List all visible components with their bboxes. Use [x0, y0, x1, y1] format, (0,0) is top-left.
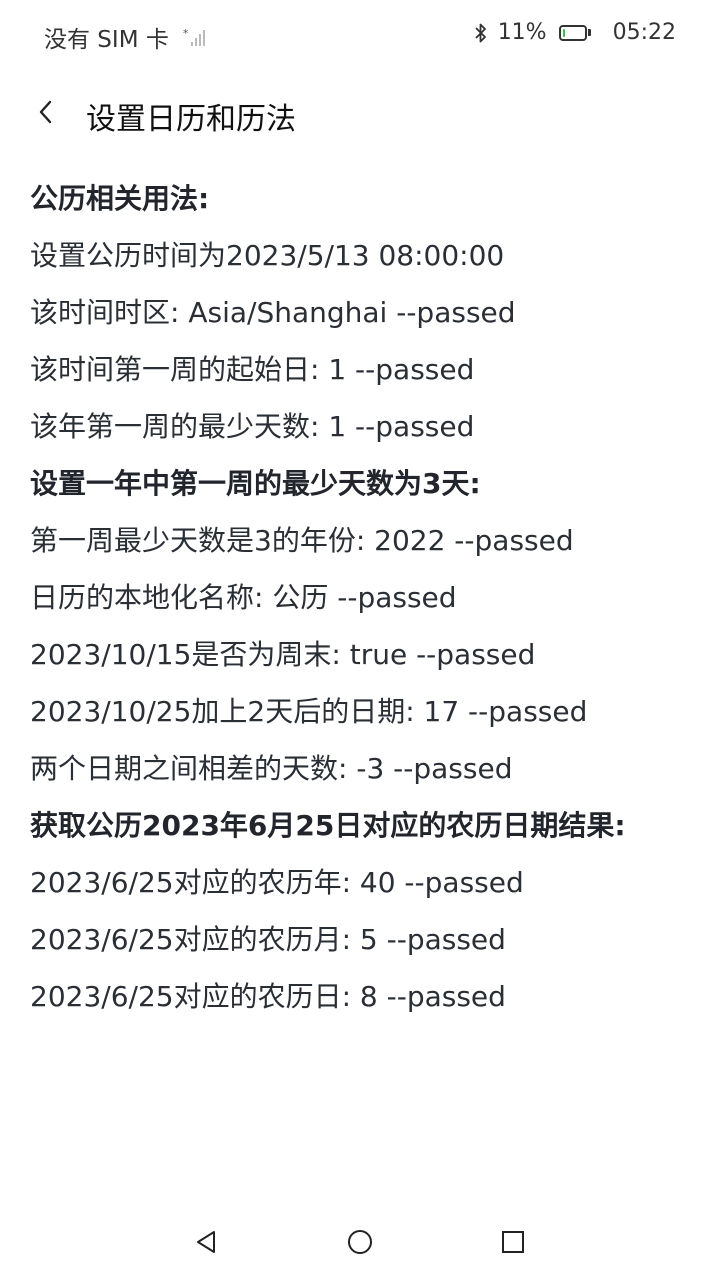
result-line: 两个日期之间相差的天数: -3 --passed [30, 752, 513, 785]
page-title: 设置日历和历法 [86, 102, 296, 137]
title-bar: 设置日历和历法 [0, 80, 720, 148]
nav-home-button[interactable] [340, 1224, 380, 1264]
result-line: 2023/10/15是否为周末: true --passed [30, 638, 536, 671]
circle-home-icon [347, 1229, 373, 1259]
back-button[interactable] [28, 94, 64, 134]
status-bar: 没有 SIM 卡 * 11% 05:22 [0, 0, 720, 72]
result-list: 公历相关用法: 设置公历时间为2023/5/13 08:00:00 该时间时区:… [30, 170, 700, 1025]
result-line: 该时间时区: Asia/Shanghai --passed [30, 296, 516, 329]
result-line: 2023/6/25对应的农历日: 8 --passed [30, 980, 506, 1013]
square-recent-icon [501, 1230, 525, 1258]
result-line: 该时间第一周的起始日: 1 --passed [30, 353, 475, 386]
carrier-text: 没有 SIM 卡 [44, 27, 169, 53]
section-heading-gregorian: 公历相关用法: [30, 182, 210, 215]
section-heading-lunar: 获取公历2023年6月25日对应的农历日期结果: [30, 809, 626, 842]
status-right: 11% 05:22 [474, 20, 676, 45]
result-line: 设置公历时间为2023/5/13 08:00:00 [30, 239, 505, 272]
battery-percent: 11% [497, 20, 547, 45]
result-line: 2023/10/25加上2天后的日期: 17 --passed [30, 695, 588, 728]
bluetooth-icon [474, 22, 488, 44]
nav-back-button[interactable] [186, 1224, 226, 1264]
battery-fill [562, 28, 565, 37]
chevron-left-icon [38, 99, 54, 129]
result-line: 第一周最少天数是3的年份: 2022 --passed [30, 524, 574, 557]
signal-icon: * [183, 28, 206, 46]
nav-recent-button[interactable] [493, 1224, 533, 1264]
navigation-bar [0, 1206, 720, 1280]
status-left: 没有 SIM 卡 * [44, 20, 206, 54]
result-line: 2023/6/25对应的农历年: 40 --passed [30, 866, 524, 899]
battery-icon [558, 24, 591, 41]
result-line: 日历的本地化名称: 公历 --passed [30, 581, 457, 614]
triangle-back-icon [194, 1229, 218, 1259]
result-line: 2023/6/25对应的农历月: 5 --passed [30, 923, 506, 956]
section-heading-min-days: 设置一年中第一周的最少天数为3天: [30, 467, 481, 500]
result-line: 该年第一周的最少天数: 1 --passed [30, 410, 475, 443]
status-time: 05:22 [612, 20, 676, 45]
